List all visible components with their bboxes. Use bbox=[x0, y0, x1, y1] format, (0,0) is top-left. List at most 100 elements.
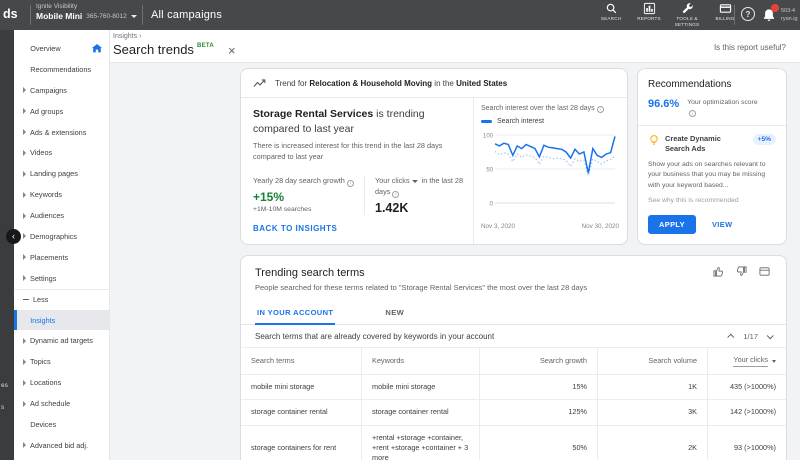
score-value: 96.6% bbox=[648, 98, 680, 110]
trending-search-terms-card: Trending search terms People searched fo… bbox=[240, 255, 787, 460]
sidebar-item-locations[interactable]: Locations bbox=[14, 372, 109, 393]
thumbs-up-icon[interactable] bbox=[713, 266, 724, 277]
page-title: Search trends bbox=[113, 42, 194, 57]
reports-button[interactable]: REPORTS bbox=[630, 2, 668, 27]
table-row[interactable]: storage container rental storage containe… bbox=[241, 399, 786, 425]
sidebar-item-label: Dynamic ad targets bbox=[30, 336, 93, 346]
table-row[interactable]: storage containers for rent +rental +stor… bbox=[241, 424, 786, 460]
profile-info[interactable]: 503-4 ryan.ig bbox=[781, 8, 800, 23]
expand-caret-icon bbox=[23, 233, 26, 240]
sidebar-item-videos[interactable]: Videos bbox=[14, 142, 109, 163]
thumbs-down-icon[interactable] bbox=[736, 266, 747, 277]
info-icon[interactable] bbox=[689, 110, 697, 118]
table-cell: 3K bbox=[597, 400, 707, 425]
search-button[interactable]: SEARCH bbox=[592, 2, 630, 27]
section-pager: 1/17 bbox=[727, 331, 774, 341]
topbar-actions: SEARCH REPORTS TOOLS & SETTINGS BILLING bbox=[592, 2, 744, 27]
sidebar-item-ads-extensions[interactable]: Ads & extensions bbox=[14, 122, 109, 143]
sidebar-item-keywords[interactable]: Keywords bbox=[14, 184, 109, 205]
sidebar-item-insights[interactable]: Insights bbox=[14, 309, 109, 331]
trend-metrics: Yearly 28 day search growth +15% +1M-10M… bbox=[253, 176, 471, 215]
chart-legend: Search interest bbox=[481, 118, 619, 125]
account-id: 365-760-8012 bbox=[86, 12, 127, 20]
sidebar-item-devices[interactable]: Devices bbox=[14, 414, 109, 435]
collapse-minus-icon bbox=[23, 298, 29, 301]
sidebar-item-less[interactable]: Less bbox=[14, 288, 109, 310]
info-icon[interactable] bbox=[346, 180, 354, 188]
recommendations-card: Recommendations 96.6% Your optimization … bbox=[637, 68, 787, 245]
sidebar-item-recommendations[interactable]: Recommendations bbox=[14, 59, 109, 80]
sidebar-item-overview[interactable]: Overview bbox=[14, 38, 109, 59]
scope-all-campaigns[interactable]: All campaigns bbox=[151, 9, 222, 21]
sidebar-item-label: Ads & extensions bbox=[30, 127, 87, 137]
tools-settings-button[interactable]: TOOLS & SETTINGS bbox=[668, 2, 706, 27]
breadcrumb[interactable]: Insights › bbox=[113, 33, 141, 40]
expand-caret-icon bbox=[23, 254, 26, 261]
sidebar-item-label: Ad groups bbox=[30, 106, 64, 116]
back-to-insights-link[interactable]: BACK TO INSIGHTS bbox=[253, 224, 337, 233]
main-content: Trend for Relocation & Household Moving … bbox=[110, 63, 800, 460]
sidebar-item-label: Videos bbox=[30, 148, 53, 158]
help-button[interactable] bbox=[741, 7, 755, 21]
topbar-divider bbox=[142, 5, 143, 25]
sidebar-item-label: Settings bbox=[30, 273, 57, 283]
expand-caret-icon bbox=[23, 149, 26, 156]
sidebar-item-audiences[interactable]: Audiences bbox=[14, 205, 109, 226]
your-clicks-value: 1.42K bbox=[375, 200, 409, 215]
sidebar-item-settings[interactable]: Settings bbox=[14, 268, 109, 289]
search-terms-table-body: mobile mini storage mobile mini storage 15… bbox=[241, 374, 786, 460]
sidebar-item-label: Recommendations bbox=[30, 64, 92, 74]
topbar-divider bbox=[30, 5, 31, 25]
tab-in-your-account[interactable]: IN YOUR ACCOUNT bbox=[255, 301, 336, 325]
expand-caret-icon bbox=[23, 212, 26, 219]
pager-up-icon[interactable] bbox=[727, 333, 735, 341]
apply-button[interactable]: APPLY bbox=[648, 215, 696, 234]
clicks-metric-selector[interactable]: Your clicks bbox=[375, 176, 410, 185]
collapse-sidebar-button[interactable] bbox=[6, 229, 21, 244]
col-keywords[interactable]: Keywords bbox=[361, 348, 479, 375]
search-terms-table: Search terms Keywords Search growth Sear… bbox=[241, 348, 786, 460]
pager-down-icon[interactable] bbox=[766, 331, 774, 339]
sidebar-item-placements[interactable]: Placements bbox=[14, 247, 109, 268]
sidebar-item-campaigns[interactable]: Campaigns bbox=[14, 80, 109, 101]
info-icon[interactable] bbox=[596, 106, 604, 113]
info-icon[interactable] bbox=[392, 190, 400, 198]
account-picker[interactable]: Ignite Visibility Mobile Mini 365-760-80… bbox=[36, 3, 137, 21]
col-search-growth[interactable]: Search growth bbox=[479, 348, 597, 375]
expand-report-icon[interactable] bbox=[759, 266, 770, 277]
trend-header-text: Trend for Relocation & Household Moving … bbox=[275, 78, 508, 88]
sidebar-item-demographics[interactable]: Demographics bbox=[14, 226, 109, 247]
chevron-down-icon bbox=[411, 180, 418, 184]
table-row[interactable]: mobile mini storage mobile mini storage 15… bbox=[241, 374, 786, 400]
nav-strip-fragment: s bbox=[1, 404, 5, 411]
reports-label: REPORTS bbox=[637, 16, 661, 21]
close-icon[interactable] bbox=[228, 44, 236, 58]
x-label-end: Nov 30, 2020 bbox=[581, 223, 619, 230]
col-search-volume[interactable]: Search volume bbox=[597, 348, 707, 375]
sidebar-nav: Overview Recommendations Campaigns Ad group… bbox=[14, 30, 110, 460]
col-your-clicks[interactable]: Your clicks bbox=[707, 348, 786, 375]
ytick-100: 100 bbox=[483, 134, 494, 140]
trending-subtitle: People searched for these terms related … bbox=[255, 283, 588, 292]
sidebar-item-topics[interactable]: Topics bbox=[14, 351, 109, 372]
view-button[interactable]: VIEW bbox=[712, 220, 733, 229]
sort-desc-icon bbox=[772, 359, 776, 363]
sidebar-item-ad-schedule[interactable]: Ad schedule bbox=[14, 393, 109, 414]
col-search-terms[interactable]: Search terms bbox=[241, 348, 361, 374]
table-cell: 15% bbox=[479, 375, 597, 400]
see-why-link[interactable]: See why this is recommended bbox=[648, 197, 776, 204]
sidebar-item-ad-groups[interactable]: Ad groups bbox=[14, 101, 109, 122]
lightbulb-icon bbox=[650, 135, 658, 145]
recommendation-item[interactable]: Create Dynamic Search Ads +5% bbox=[648, 134, 776, 154]
expand-caret-icon bbox=[23, 442, 26, 449]
sidebar-item-advanced-bid-adj-[interactable]: Advanced bid adj. bbox=[14, 435, 109, 456]
tab-new[interactable]: NEW bbox=[383, 301, 406, 324]
trend-subtext: There is increased interest for this tre… bbox=[253, 141, 443, 162]
sidebar-item-landing-pages[interactable]: Landing pages bbox=[14, 163, 109, 184]
sidebar-item-dynamic-ad-targets[interactable]: Dynamic ad targets bbox=[14, 330, 109, 351]
x-label-start: Nov 3, 2020 bbox=[481, 223, 515, 230]
trend-heading: Storage Rental Services is trending comp… bbox=[253, 108, 425, 135]
beta-badge: BETA bbox=[196, 43, 215, 49]
billing-button[interactable]: BILLING bbox=[706, 2, 744, 27]
chart-title: Search interest over the last 28 days bbox=[481, 105, 619, 113]
